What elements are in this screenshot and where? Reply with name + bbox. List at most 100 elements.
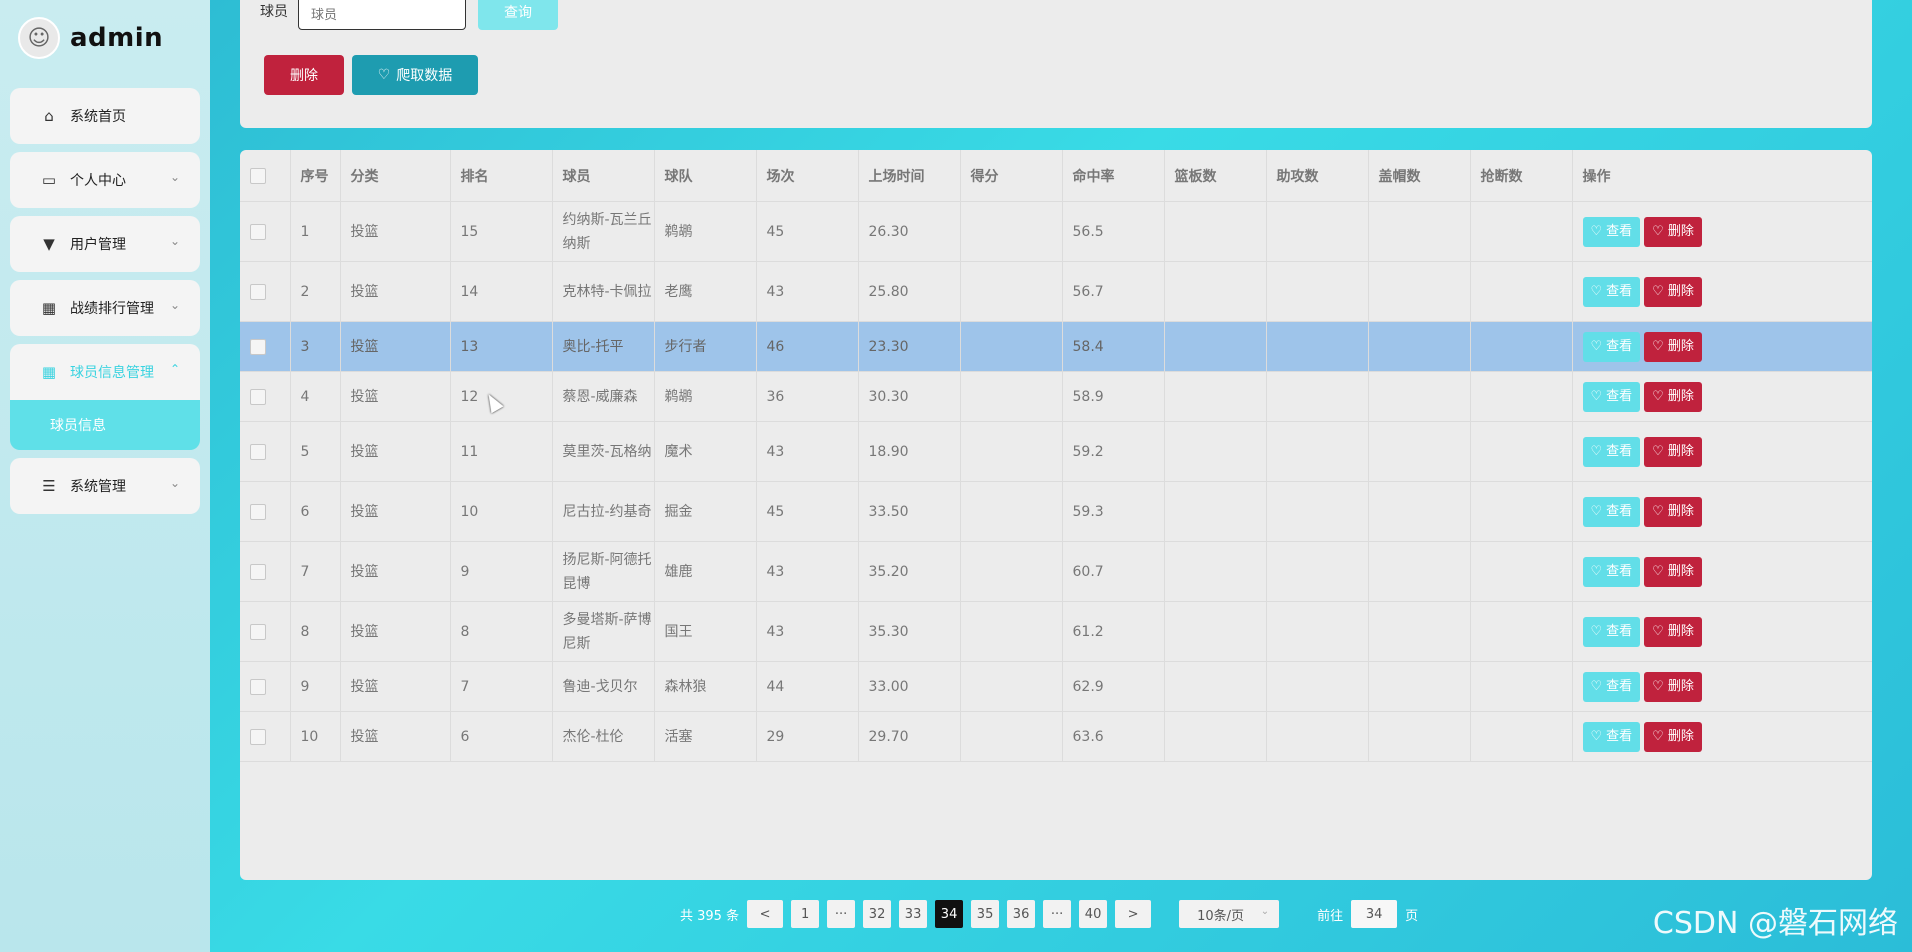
cell-blk: [1368, 201, 1471, 262]
table-row[interactable]: 8 投篮 8 多曼塔斯-萨博尼斯 国王 43 35.30 61.2 ♡ 查看 ♡ 删除: [240, 601, 1872, 662]
delete-label: 删除: [1667, 388, 1694, 404]
crawl-data-label: 爬取数据: [396, 68, 453, 84]
row-delete-button[interactable]: ♡ 删除: [1644, 496, 1702, 527]
view-button[interactable]: ♡ 查看: [1582, 556, 1641, 587]
query-button[interactable]: 查询: [478, 0, 558, 30]
crawl-data-button[interactable]: ♡ 爬取数据: [352, 55, 478, 95]
row-delete-button[interactable]: ♡ 删除: [1644, 331, 1702, 362]
cell-team: 森林狼: [654, 661, 757, 712]
row-delete-button[interactable]: ♡ 删除: [1644, 216, 1702, 247]
page-size-select[interactable]: 10条/页 ⌄: [1179, 900, 1280, 928]
sidebar-subitem-player-info[interactable]: 球员信息: [10, 400, 200, 450]
row-checkbox[interactable]: [250, 728, 266, 745]
delete-button[interactable]: 删除: [264, 55, 344, 95]
cell-minutes: 30.30: [858, 371, 961, 422]
row-delete-button[interactable]: ♡ 删除: [1644, 556, 1702, 587]
view-button[interactable]: ♡ 查看: [1582, 331, 1641, 362]
table-row[interactable]: 1 投篮 15 约纳斯-瓦兰丘纳斯 鹈鹕 45 26.30 56.5 ♡ 查看 ♡ 删除: [240, 201, 1872, 262]
row-delete-button[interactable]: ♡ 删除: [1644, 616, 1702, 647]
table-row[interactable]: 9 投篮 7 鲁迪-戈贝尔 森林狼 44 33.00 62.9 ♡ 查看 ♡ 删除: [240, 661, 1872, 712]
goto-page-input[interactable]: 34: [1351, 900, 1398, 928]
page-button[interactable]: 32: [863, 900, 892, 928]
view-button[interactable]: ♡ 查看: [1582, 496, 1641, 527]
row-checkbox[interactable]: [250, 338, 266, 355]
page-button[interactable]: 36: [1007, 900, 1036, 928]
cell-minutes: 35.30: [858, 601, 961, 662]
cell-reb: [1164, 261, 1267, 322]
next-page-button[interactable]: >: [1115, 900, 1152, 928]
cell-team: 活塞: [654, 711, 757, 762]
view-button[interactable]: ♡ 查看: [1582, 616, 1641, 647]
sidebar-item-users[interactable]: ▼ 用户管理 ⌄: [10, 216, 200, 272]
cell-minutes: 29.70: [858, 711, 961, 762]
sidebar-item-players[interactable]: ▦ 球员信息管理 ⌃: [10, 344, 200, 400]
table-row[interactable]: 10 投篮 6 杰伦-杜伦 活塞 29 29.70 63.6 ♡ 查看 ♡ 删除: [240, 711, 1872, 762]
page-ellipsis[interactable]: ···: [827, 900, 856, 928]
row-delete-button[interactable]: ♡ 删除: [1644, 381, 1702, 412]
view-button[interactable]: ♡ 查看: [1582, 381, 1641, 412]
row-checkbox[interactable]: [250, 563, 266, 580]
table-row[interactable]: 7 投篮 9 扬尼斯-阿德托昆博 雄鹿 43 35.20 60.7 ♡ 查看 ♡ 删除: [240, 541, 1872, 602]
table-row[interactable]: 5 投篮 11 莫里茨-瓦格纳 魔术 43 18.90 59.2 ♡ 查看 ♡ 删除: [240, 421, 1872, 482]
select-all-checkbox[interactable]: [250, 167, 266, 184]
heart-icon: ♡: [1590, 338, 1603, 354]
view-button[interactable]: ♡ 查看: [1582, 671, 1641, 702]
cell-points: [960, 371, 1063, 422]
row-actions: ♡ 查看 ♡ 删除: [1572, 321, 1872, 372]
row-checkbox[interactable]: [250, 223, 266, 240]
page-button[interactable]: 40: [1079, 900, 1108, 928]
sidebar-item-home[interactable]: ⌂ 系统首页: [10, 88, 200, 144]
row-checkbox[interactable]: [250, 623, 266, 640]
sidebar-item-profile[interactable]: ▭ 个人中心 ⌄: [10, 152, 200, 208]
row-checkbox[interactable]: [250, 283, 266, 300]
view-button[interactable]: ♡ 查看: [1582, 276, 1641, 307]
cell-category: 投篮: [340, 421, 451, 482]
page-button[interactable]: 35: [971, 900, 1000, 928]
table-row[interactable]: 6 投篮 10 尼古拉-约基奇 掘金 45 33.50 59.3 ♡ 查看 ♡ 删除: [240, 481, 1872, 542]
sidebar-item-rankings[interactable]: ▦ 战绩排行管理 ⌄: [10, 280, 200, 336]
row-checkbox[interactable]: [250, 388, 266, 405]
row-checkbox[interactable]: [250, 503, 266, 520]
page-button[interactable]: 34: [935, 900, 964, 928]
row-delete-button[interactable]: ♡ 删除: [1644, 671, 1702, 702]
page-ellipsis[interactable]: ···: [1043, 900, 1072, 928]
view-label: 查看: [1606, 728, 1633, 744]
chevron-down-icon: ⌄: [1260, 906, 1270, 917]
sidebar-item-label: 个人中心: [70, 173, 126, 189]
view-button[interactable]: ♡ 查看: [1582, 436, 1641, 467]
table-panel: 序号 分类 排名 球员 球队 场次 上场时间 得分 命中率 篮板数 助攻数 盖帽数 抢断数 操作 1 投篮 1…: [240, 150, 1872, 880]
column-header: 场次: [756, 150, 859, 202]
column-header: 盖帽数: [1368, 150, 1471, 202]
table-row[interactable]: 2 投篮 14 克林特-卡佩拉 老鹰 43 25.80 56.7 ♡ 查看 ♡ 删除: [240, 261, 1872, 322]
page-button[interactable]: 33: [899, 900, 928, 928]
row-delete-button[interactable]: ♡ 删除: [1644, 276, 1702, 307]
delete-label: 删除: [1667, 338, 1694, 354]
cell-games: 36: [756, 371, 859, 422]
avatar[interactable]: ☺: [18, 17, 60, 59]
prev-page-button[interactable]: <: [747, 900, 784, 928]
sidebar-item-system[interactable]: ☰ 系统管理 ⌄: [10, 458, 200, 514]
delete-label: 删除: [1667, 503, 1694, 519]
cell-ast: [1266, 541, 1369, 602]
row-checkbox[interactable]: [250, 443, 266, 460]
column-header: 球员: [552, 150, 655, 202]
view-button[interactable]: ♡ 查看: [1582, 216, 1641, 247]
row-delete-button[interactable]: ♡ 删除: [1644, 721, 1702, 752]
cell-points: [960, 321, 1063, 372]
cell-minutes: 35.20: [858, 541, 961, 602]
view-button[interactable]: ♡ 查看: [1582, 721, 1641, 752]
cell-fg: 60.7: [1062, 541, 1165, 602]
cell-ast: [1266, 481, 1369, 542]
cell-stl: [1470, 201, 1573, 262]
cell-team: 魔术: [654, 421, 757, 482]
row-delete-button[interactable]: ♡ 删除: [1644, 436, 1702, 467]
table-row[interactable]: 3 投篮 13 奥比-托平 步行者 46 23.30 58.4 ♡ 查看 ♡ 删除: [240, 321, 1872, 372]
cell-category: 投篮: [340, 711, 451, 762]
sidebar-item-label: 战绩排行管理: [70, 301, 154, 317]
cell-team: 掘金: [654, 481, 757, 542]
cell-stl: [1470, 321, 1573, 372]
search-input[interactable]: [298, 0, 466, 30]
row-checkbox[interactable]: [250, 678, 266, 695]
page-button[interactable]: 1: [791, 900, 820, 928]
cell-rank: 11: [450, 421, 553, 482]
